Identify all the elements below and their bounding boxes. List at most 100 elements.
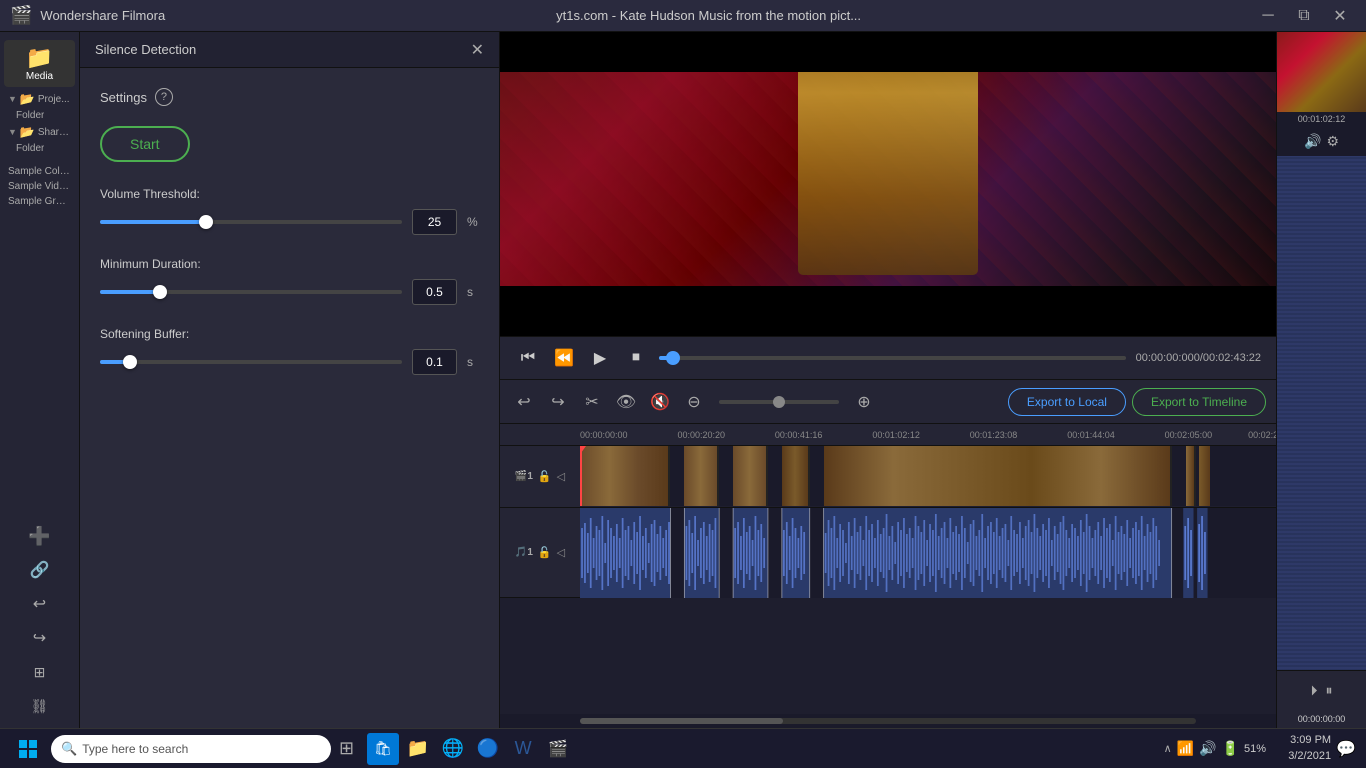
taskbar-clock[interactable]: 3:09 PM 3/2/2021 (1271, 733, 1331, 764)
video-gap-1 (670, 446, 684, 506)
softening-buffer-slider[interactable] (100, 360, 402, 364)
audio-track-content[interactable] (580, 508, 1276, 598)
add-media-button[interactable]: ➕ (26, 522, 54, 550)
go-to-start-button[interactable]: ⏮ (515, 345, 541, 371)
right-preview-panel: 00:01:02:12 🔊 ⚙ ⏵ ⏸ 00:00:00:00 (1276, 32, 1366, 728)
right-preview-audio (1277, 156, 1366, 670)
tree-item-shared[interactable]: ▼ 📂 Share... (4, 123, 75, 141)
right-preview-settings-icon[interactable]: ⚙ (1326, 133, 1339, 150)
video-clip-1[interactable] (580, 446, 670, 506)
media-button[interactable]: 📁 Media (4, 40, 75, 87)
right-panel-pause-icon[interactable]: ⏸ (1326, 682, 1333, 699)
video-clip-2[interactable] (684, 446, 719, 506)
settings-label: Settings (100, 90, 147, 105)
tree-sub-folder[interactable]: Folder (4, 108, 75, 123)
explorer-icon: 📁 (407, 738, 429, 759)
min-duration-slider[interactable] (100, 290, 402, 294)
start-button[interactable]: Start (100, 126, 190, 162)
close-button[interactable]: ✕ (1324, 2, 1356, 30)
taskbar-app-filmora[interactable]: 🎬 (542, 733, 574, 765)
min-duration-thumb[interactable] (153, 285, 167, 299)
taskview-icon[interactable]: ⊞ (339, 738, 354, 759)
cut-button[interactable]: ✂ (578, 388, 606, 416)
undo-button[interactable]: ↩ (510, 388, 538, 416)
audio-collapse-icon[interactable]: ◁ (557, 546, 565, 559)
sidebar-redo-button[interactable]: ↪ (26, 624, 54, 652)
video-track-header: 🎬1 🔓 ◁ (500, 446, 580, 507)
progress-bar[interactable] (659, 356, 1126, 360)
tray-volume-icon[interactable]: 🔊 (1199, 740, 1216, 757)
volume-fill (100, 220, 206, 224)
taskbar-search-box[interactable]: 🔍 Type here to search (51, 735, 331, 763)
video-collapse-icon[interactable]: ◁ (557, 470, 565, 483)
right-preview-waveform (1277, 156, 1366, 670)
scrollbar-track[interactable] (580, 718, 1196, 724)
sample-video-item[interactable]: Sample Vide... (4, 179, 75, 194)
export-timeline-button[interactable]: Export to Timeline (1132, 388, 1266, 416)
sidebar-overlay-button[interactable]: ⊞ (26, 658, 54, 686)
sidebar-link-button[interactable]: 🔗 (26, 556, 54, 584)
taskbar-app-chrome2[interactable]: 🔵 (472, 733, 504, 765)
video-clip-6[interactable] (1186, 446, 1196, 506)
letterbox-top (500, 32, 1276, 72)
left-panel: 📁 Media ▼ 📂 Proje... Folder ▼ 📂 Share... (0, 32, 80, 728)
shared-folder-icon: 📂 (20, 125, 35, 139)
video-track-content[interactable] (580, 446, 1276, 506)
zoom-in-button[interactable]: ⊕ (850, 388, 878, 416)
help-icon[interactable]: ? (155, 88, 173, 106)
app-titlebar: 🎬 Wondershare Filmora yt1s.com - Kate Hu… (0, 0, 1366, 32)
tray-battery-icon[interactable]: 🔋 (1222, 740, 1239, 757)
softening-unit: s (467, 355, 479, 369)
mute-button[interactable]: 🔇 (646, 388, 674, 416)
notification-icon[interactable]: 💬 (1336, 739, 1356, 759)
video-clip-7[interactable] (1199, 446, 1209, 506)
zoom-out-button[interactable]: ⊖ (680, 388, 708, 416)
expand-arrow-shared-icon: ▼ (8, 127, 17, 137)
video-playhead (580, 446, 582, 506)
tray-network-icon[interactable]: 📶 (1177, 740, 1194, 757)
volume-thumb[interactable] (199, 215, 213, 229)
softening-value-box: 0.1 (412, 349, 457, 375)
zoom-thumb[interactable] (773, 396, 785, 408)
video-gap-3 (768, 446, 782, 506)
sidebar-undo-button[interactable]: ↩ (26, 590, 54, 618)
tree-sub-shared[interactable]: Folder (4, 141, 75, 156)
restore-button[interactable]: ⧉ (1288, 2, 1320, 30)
ruler-mark-1: 00:00:20:20 (677, 430, 725, 440)
progress-thumb[interactable] (666, 351, 680, 365)
start-button[interactable] (10, 731, 46, 767)
zoom-slider[interactable] (719, 400, 839, 404)
taskbar-app-chrome[interactable]: 🌐 (437, 733, 469, 765)
taskbar-app-word[interactable]: W (507, 733, 539, 765)
softening-thumb[interactable] (123, 355, 137, 369)
step-back-button[interactable]: ⏪ (551, 345, 577, 371)
taskbar-app-store[interactable]: 🛍 (367, 733, 399, 765)
video-clip-5[interactable] (824, 446, 1172, 506)
minimize-button[interactable]: ─ (1252, 2, 1284, 30)
taskbar-app-explorer[interactable]: 📁 (402, 733, 434, 765)
video-lock-icon[interactable]: 🔓 (538, 470, 552, 483)
video-clip-3[interactable] (733, 446, 768, 506)
tray-chevron-icon[interactable]: ∧ (1164, 742, 1172, 755)
tree-item-project[interactable]: ▼ 📂 Proje... (4, 90, 75, 108)
redo-button[interactable]: ↪ (544, 388, 572, 416)
panel-close-button[interactable]: ✕ (471, 40, 484, 60)
panel-titlebar: Silence Detection ✕ (80, 32, 499, 68)
sidebar-link2-button[interactable]: ⛓ (26, 692, 54, 720)
ruler-mark-3: 00:01:02:12 (872, 430, 920, 440)
export-local-button[interactable]: Export to Local (1008, 388, 1126, 416)
chrome2-icon: 🔵 (477, 738, 499, 759)
scrollbar-thumb[interactable] (580, 718, 783, 724)
play-button[interactable]: ▶ (587, 345, 613, 371)
audio-lock-icon[interactable]: 🔓 (538, 546, 552, 559)
right-panel-play-icon[interactable]: ⏵ (1311, 682, 1318, 699)
eye-button[interactable]: 👁 (612, 388, 640, 416)
sample-color-item[interactable]: Sample Colo... (4, 164, 75, 179)
video-clip-4[interactable] (782, 446, 810, 506)
sample-green-item[interactable]: Sample Gree... (4, 194, 75, 209)
right-preview-volume-icon[interactable]: 🔊 (1304, 133, 1321, 150)
video-track: 🎬1 🔓 ◁ (500, 446, 1276, 508)
softening-value: 0.1 (426, 355, 443, 369)
volume-threshold-slider[interactable] (100, 220, 402, 224)
stop-button[interactable]: ⏹ (623, 345, 649, 371)
